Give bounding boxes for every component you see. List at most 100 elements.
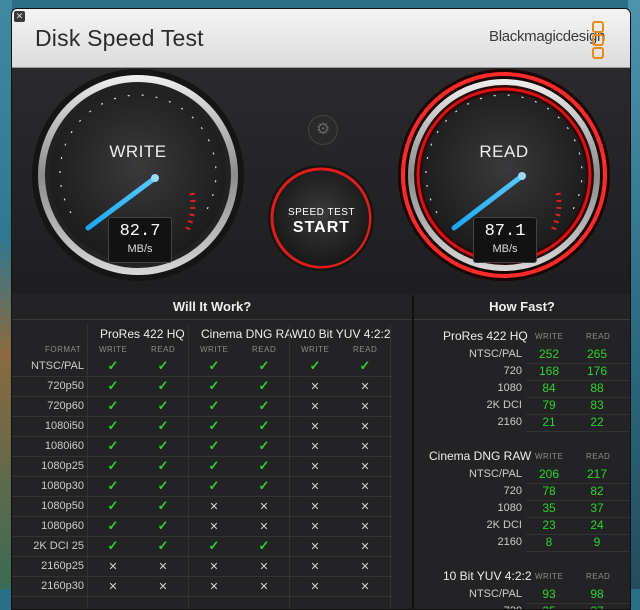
table-row: NTSC/PAL ✓ ✓ ✓ ✓ ✓ ✓ (12, 357, 412, 376)
read-column-header: READ (586, 452, 611, 461)
read-speed: 176 (586, 364, 608, 378)
cross-icon: ✕ (360, 541, 370, 553)
cross-icon: ✕ (360, 481, 370, 493)
read-speed: 9 (593, 535, 601, 549)
format-label: 1080 (497, 382, 522, 394)
cross-icon: ✕ (209, 561, 219, 573)
cross-icon: ✕ (158, 561, 168, 573)
cross-icon: ✕ (310, 521, 320, 533)
write-speed: 168 (538, 364, 560, 378)
format-label: 720p50 (47, 380, 84, 392)
read-speed: 88 (590, 381, 604, 395)
table-row: 1080p25 ✓ ✓ ✓ ✓ ✕ ✕ (12, 457, 412, 476)
check-icon: ✓ (107, 538, 119, 553)
read-speed: 217 (586, 467, 608, 481)
cross-icon: ✕ (360, 421, 370, 433)
write-speed: 252 (538, 347, 560, 361)
check-icon: ✓ (208, 458, 220, 473)
format-label: 1080i50 (44, 420, 84, 432)
table-row: 2K DCI 23 24 (414, 518, 630, 534)
check-icon: ✓ (107, 498, 119, 513)
write-speed: 8 (545, 535, 553, 549)
check-icon: ✓ (258, 378, 270, 393)
settings-gear-button[interactable]: ⚙ (308, 115, 338, 145)
check-icon: ✓ (208, 398, 220, 413)
start-button-caption: SPEED TEST (287, 207, 356, 218)
format-label: 2K DCI (486, 399, 522, 411)
cross-icon: ✕ (360, 381, 370, 393)
format-label: NTSC/PAL (31, 360, 84, 372)
write-column-header: WRITE (99, 345, 128, 354)
table-row: 1080p60 ✓ ✓ ✕ ✕ ✕ ✕ (12, 517, 412, 536)
format-label: 1080p60 (41, 520, 84, 532)
read-speed: 82 (590, 484, 604, 498)
read-gauge-label: READ (479, 142, 529, 161)
brand-name: Blackmagicdesign (489, 28, 606, 45)
write-column-header: WRITE (200, 345, 229, 354)
format-label: 2160p25 (41, 560, 84, 572)
check-icon: ✓ (208, 418, 220, 433)
cross-icon: ✕ (310, 541, 320, 553)
cross-icon: ✕ (158, 581, 168, 593)
read-speed: 37 (590, 501, 604, 515)
table-row: NTSC/PAL 206 217 (414, 467, 630, 483)
cross-icon: ✕ (360, 521, 370, 533)
write-speed: 23 (542, 518, 556, 532)
check-icon: ✓ (157, 498, 169, 513)
write-speed: 84 (542, 381, 556, 395)
speed-test-start-button[interactable]: SPEED TEST START (274, 171, 369, 266)
write-column-header: WRITE (535, 332, 564, 341)
check-icon: ✓ (208, 438, 220, 453)
check-icon: ✓ (107, 458, 119, 473)
read-column-header: READ (151, 345, 176, 354)
write-speed-value: 82.7 (119, 222, 161, 241)
check-icon: ✓ (258, 478, 270, 493)
table-row: 720p60 ✓ ✓ ✓ ✓ ✕ ✕ (12, 397, 412, 416)
cross-icon: ✕ (310, 481, 320, 493)
cross-icon: ✕ (310, 581, 320, 593)
will-it-work-panel: Will It Work? ProRes 422 HQ WRITE READ Cine… (12, 295, 412, 609)
write-column-header: WRITE (535, 572, 564, 581)
check-icon: ✓ (258, 398, 270, 413)
read-speed-value: 87.1 (484, 222, 526, 241)
read-speed: 37 (572, 604, 622, 609)
check-icon: ✓ (157, 418, 169, 433)
format-label: 2K DCI 25 (33, 540, 84, 552)
table-row: 2160p25 ✕ ✕ ✕ ✕ ✕ ✕ (12, 557, 412, 576)
check-icon: ✓ (258, 438, 270, 453)
how-fast-title: How Fast? (414, 295, 630, 320)
table-row: 2K DCI 79 83 (414, 398, 630, 414)
write-speed: 78 (542, 484, 556, 498)
check-icon: ✓ (107, 438, 119, 453)
check-icon: ✓ (258, 418, 270, 433)
write-speed: 35 (542, 501, 556, 515)
cross-icon: ✕ (209, 501, 219, 513)
write-gauge-label: WRITE (109, 142, 167, 161)
read-column-header: READ (252, 345, 277, 354)
format-label: 1080p50 (41, 500, 84, 512)
write-speed: 93 (542, 587, 556, 601)
cross-icon: ✕ (259, 501, 269, 513)
check-icon: ✓ (258, 358, 270, 373)
read-column-header: READ (353, 345, 378, 354)
check-icon: ✓ (107, 418, 119, 433)
cross-icon: ✕ (360, 501, 370, 513)
table-row: NTSC/PAL 93 98 (414, 587, 630, 603)
cross-icon: ✕ (360, 401, 370, 413)
format-column-header: FORMAT (45, 345, 82, 354)
table-row: 2K DCI 25 ✓ ✓ ✓ ✓ ✕ ✕ (12, 537, 412, 556)
close-icon[interactable]: ✕ (14, 11, 25, 22)
group-header: 10 Bit YUV 4:2:2 (443, 569, 532, 583)
cross-icon: ✕ (310, 421, 320, 433)
gauge-panel: WRITE 82.7 MB/s READ 87.1 MB/s ⚙ SPEED T… (12, 68, 630, 294)
read-speed: 98 (590, 587, 604, 601)
check-icon: ✓ (258, 458, 270, 473)
check-icon: ✓ (208, 538, 220, 553)
cross-icon: ✕ (310, 441, 320, 453)
cross-icon: ✕ (259, 561, 269, 573)
check-icon: ✓ (258, 538, 270, 553)
table-row: 1080i60 ✓ ✓ ✓ ✓ ✕ ✕ (12, 437, 412, 456)
table-row: 1080 35 37 (414, 501, 630, 517)
format-label: 2K DCI (486, 519, 522, 531)
check-icon: ✓ (107, 378, 119, 393)
